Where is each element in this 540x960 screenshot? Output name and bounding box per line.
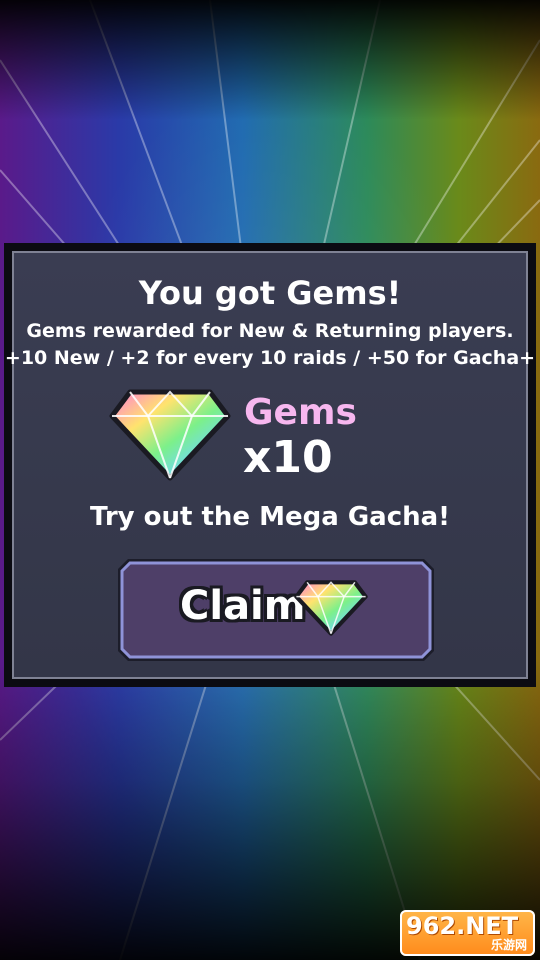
dialog-title: You got Gems! [138,274,402,312]
top-shade [0,0,540,120]
gem-icon [109,389,231,481]
watermark-subtext: 乐游网 [490,938,527,952]
prompt-text: Try out the Mega Gacha! [89,502,451,532]
dialog-subtitle-line1: Gems rewarded for New & Returning player… [26,320,514,342]
reward-count: x10 [243,432,333,483]
claim-label: Claim [180,583,306,629]
dialog-subtitle-line2: +10 New / +2 for every 10 raids / +50 fo… [4,347,536,369]
watermark-logo: 962.NET 乐游网 [400,910,535,956]
gem-icon [294,580,368,636]
reward-label: Gems [244,392,357,433]
claim-button[interactable]: Claim [116,557,436,663]
